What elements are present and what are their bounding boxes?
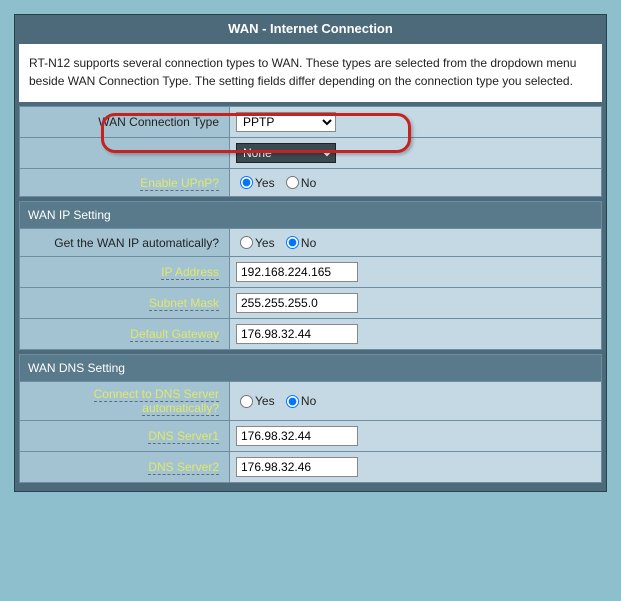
subnet-mask-input[interactable] [236, 293, 358, 313]
enable-upnp-group: Yes No [236, 175, 320, 189]
enable-upnp-yes-radio[interactable] [240, 176, 253, 189]
wan-dns-header: WAN DNS Setting [20, 355, 602, 382]
enable-upnp-no-label: No [301, 176, 316, 190]
wan-ip-auto-no-radio[interactable] [286, 236, 299, 249]
enable-upnp-label: Enable UPnP? [140, 176, 219, 191]
wan-ip-auto-yes-label: Yes [255, 236, 275, 250]
wan-conn-type-label: WAN Connection Type [98, 115, 219, 129]
dns2-input[interactable] [236, 457, 358, 477]
enable-upnp-no-radio[interactable] [286, 176, 299, 189]
dns-auto-yes-radio[interactable] [240, 395, 253, 408]
wan-ip-auto-label: Get the WAN IP automatically? [54, 236, 219, 250]
wan-ip-auto-yes-radio[interactable] [240, 236, 253, 249]
dns1-input[interactable] [236, 426, 358, 446]
dns-auto-yes-label: Yes [255, 394, 275, 408]
wan-ip-table: WAN IP Setting Get the WAN IP automatica… [19, 201, 602, 350]
default-gateway-label: Default Gateway [130, 327, 219, 342]
ip-address-label: IP Address [161, 265, 219, 280]
wan-ip-auto-group: Yes No [236, 235, 320, 249]
intro-text: RT-N12 supports several connection types… [19, 44, 602, 102]
dns-auto-group: Yes No [236, 394, 320, 408]
wan-ip-auto-no-label: No [301, 236, 316, 250]
enable-upnp-yes-label: Yes [255, 176, 275, 190]
page-title: WAN - Internet Connection [15, 15, 606, 44]
dns-auto-no-radio[interactable] [286, 395, 299, 408]
default-gateway-input[interactable] [236, 324, 358, 344]
dns-auto-no-label: No [301, 394, 316, 408]
basic-settings-table: WAN Connection Type PPTP x None Enable U… [19, 106, 602, 197]
dns2-label: DNS Server2 [148, 460, 219, 475]
dns1-label: DNS Server1 [148, 429, 219, 444]
iptv-stb-select[interactable]: None [236, 143, 336, 163]
dns-auto-label: Connect to DNS Server automatically? [94, 387, 219, 416]
wan-conn-type-select[interactable]: PPTP [236, 112, 336, 132]
wan-ip-header: WAN IP Setting [20, 202, 602, 229]
ip-address-input[interactable] [236, 262, 358, 282]
wan-dns-table: WAN DNS Setting Connect to DNS Server au… [19, 354, 602, 483]
subnet-mask-label: Subnet Mask [149, 296, 219, 311]
